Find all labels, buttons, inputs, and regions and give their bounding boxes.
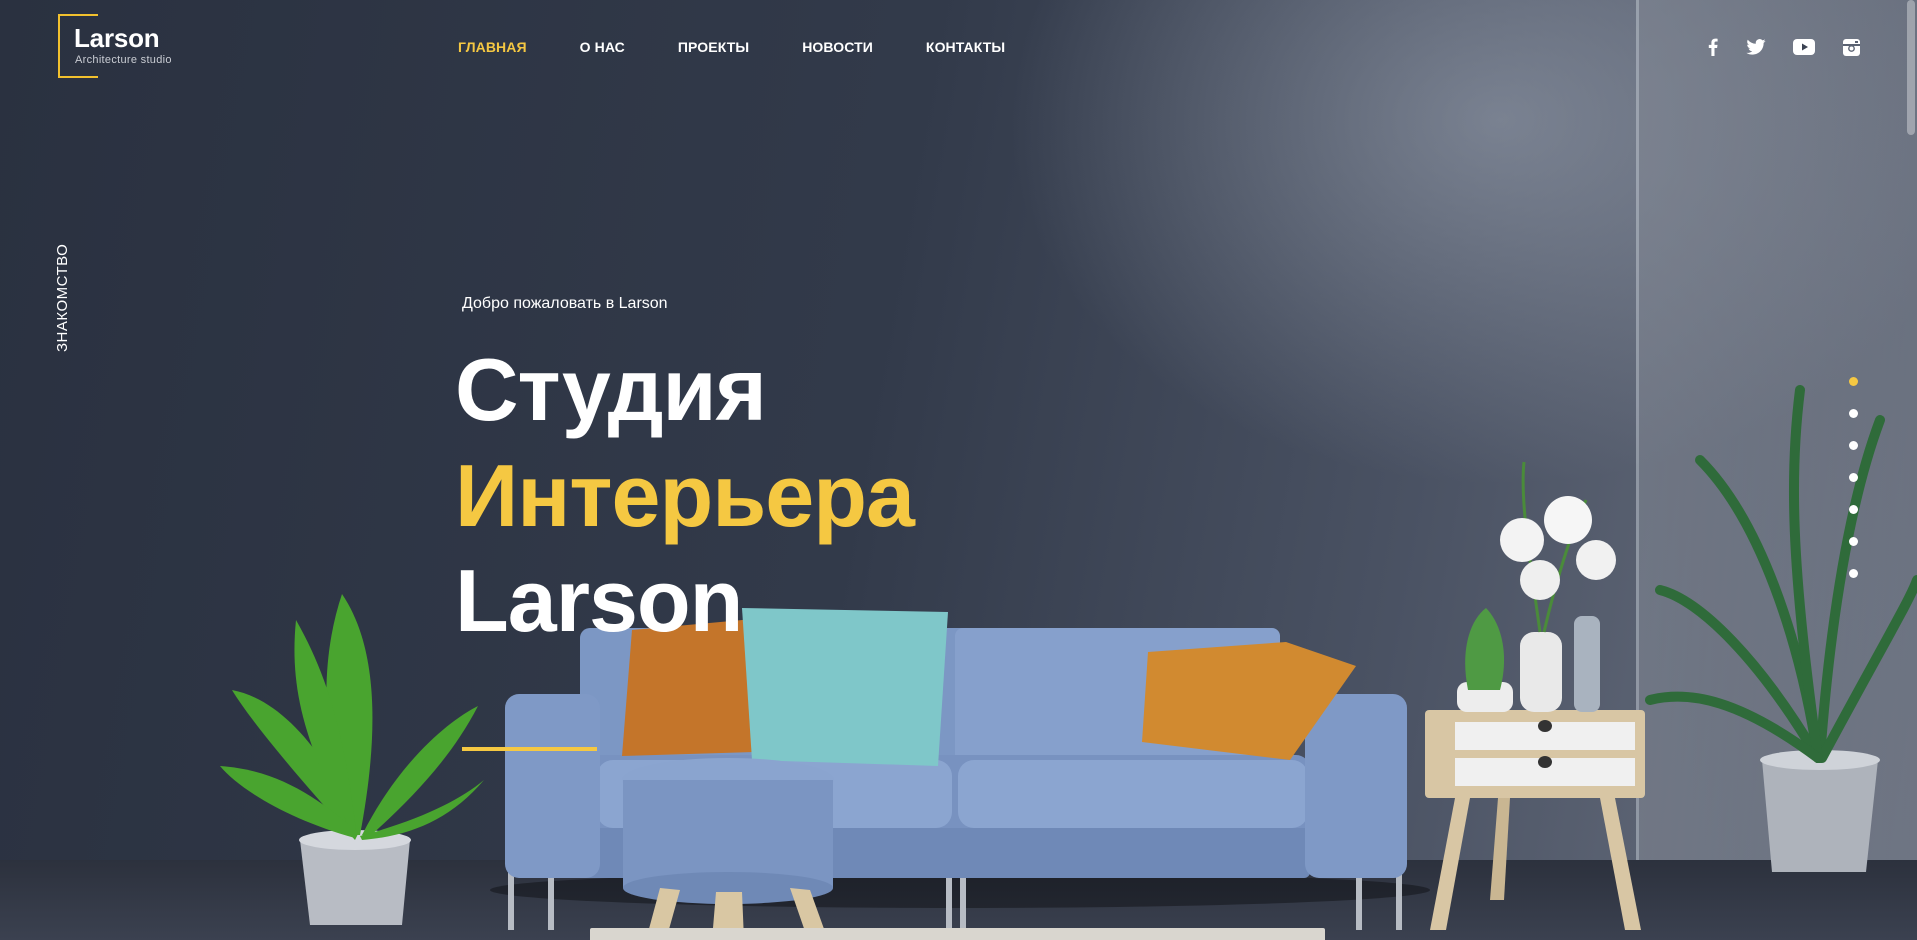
page-scrollbar[interactable] [1907,0,1915,135]
nav-item-contacts[interactable]: КОНТАКТЫ [926,39,1005,55]
hero-background [0,0,1917,940]
welcome-text: Добро пожаловать в Larson [462,295,668,312]
logo-subtitle: Architecture studio [75,54,172,66]
twitter-icon[interactable] [1745,37,1767,57]
slider-dot-3[interactable] [1849,441,1858,450]
slider-dot-1[interactable] [1849,377,1858,386]
nav-item-about[interactable]: О НАС [580,39,625,55]
nav-item-home[interactable]: ГЛАВНАЯ [458,39,527,55]
logo-name: Larson [74,23,160,53]
instagram-icon[interactable] [1840,37,1862,57]
interior-illustration [220,385,1917,940]
hero-title-line-1: Студия [455,340,767,439]
hero-title-line-3: Larson [455,551,743,650]
side-section-label: ЗНАКОМСТВО [54,243,71,352]
slider-dot-2[interactable] [1849,409,1858,418]
nav-item-projects[interactable]: ПРОЕКТЫ [678,39,749,55]
facebook-icon[interactable] [1702,37,1724,57]
main-nav: ГЛАВНАЯ О НАС ПРОЕКТЫ НОВОСТИ КОНТАКТЫ [458,39,1058,55]
slider-dot-4[interactable] [1849,473,1858,482]
rug [590,928,1325,940]
slider-dot-6[interactable] [1849,537,1858,546]
slider-dot-5[interactable] [1849,505,1858,514]
youtube-icon[interactable] [1792,37,1816,57]
hero-title-line-2: Интерьера [455,446,915,545]
slider-dot-7[interactable] [1849,569,1858,578]
logo[interactable]: Larson Architecture studio [58,14,172,78]
accent-line [462,747,597,751]
nav-item-news[interactable]: НОВОСТИ [802,39,873,55]
slider-pagination [1849,377,1861,601]
